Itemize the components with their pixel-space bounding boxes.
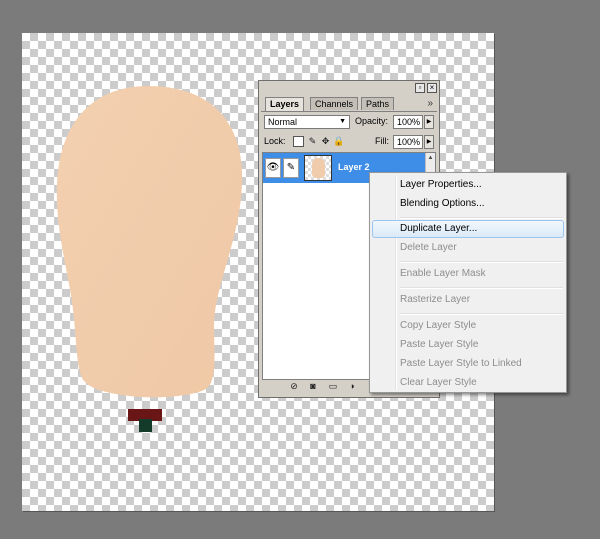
panel-title-bar[interactable]: ▫ × <box>259 81 439 96</box>
eye-icon[interactable]: 👁 <box>265 158 281 178</box>
tab-paths[interactable]: Paths <box>361 97 395 110</box>
opacity-label: Opacity: <box>355 116 389 126</box>
tab-channels[interactable]: Channels <box>310 97 359 110</box>
menu-item-clear-layer-style[interactable]: Clear Layer Style <box>372 374 564 392</box>
menu-item-rasterize-layer[interactable]: Rasterize Layer <box>372 291 564 309</box>
menu-separator <box>400 261 563 263</box>
menu-item-layer-properties[interactable]: Layer Properties... <box>372 176 564 194</box>
menu-item-enable-layer-mask[interactable]: Enable Layer Mask <box>372 265 564 283</box>
lock-transparent-icon[interactable] <box>293 136 304 147</box>
fill-arrow-icon[interactable]: ▶ <box>424 135 434 149</box>
link-layers-icon[interactable]: ⊘ <box>288 381 300 393</box>
scroll-up-icon[interactable]: ▲ <box>426 153 435 163</box>
opacity-input[interactable]: 100% <box>393 115 423 129</box>
menu-item-duplicate-layer[interactable]: Duplicate Layer... <box>372 220 564 238</box>
menu-item-paste-layer-style[interactable]: Paste Layer Style <box>372 336 564 354</box>
lock-label: Lock: <box>264 136 286 146</box>
blend-mode-value: Normal <box>268 117 298 127</box>
menu-separator <box>400 217 563 219</box>
menu-separator <box>400 313 563 315</box>
lock-row: Lock: ✎ ✥ 🔒 Fill: 100% ▶ <box>263 135 435 151</box>
minimize-icon[interactable]: ▫ <box>415 83 425 93</box>
layer-context-menu: Layer Properties... Blending Options... … <box>369 172 567 393</box>
menu-item-delete-layer[interactable]: Delete Layer <box>372 239 564 257</box>
tab-divider <box>261 111 437 112</box>
new-group-icon[interactable]: ▭ <box>327 381 339 393</box>
post <box>139 419 152 432</box>
blend-row: Normal ▼ Opacity: 100% ▶ <box>263 115 435 131</box>
menu-item-copy-layer-style[interactable]: Copy Layer Style <box>372 317 564 335</box>
fill-label: Fill: <box>375 136 389 146</box>
brush-icon[interactable]: ✎ <box>283 158 299 178</box>
layer-thumbnail <box>304 155 332 181</box>
chevron-down-icon: ▼ <box>339 118 346 125</box>
adjustment-layer-icon[interactable]: ◑ <box>346 381 358 393</box>
menu-item-blending-options[interactable]: Blending Options... <box>372 195 564 213</box>
panel-menu-icon[interactable]: » <box>427 98 433 109</box>
lock-all-icon[interactable]: 🔒 <box>333 136 344 147</box>
tab-layers[interactable]: Layers <box>265 97 305 111</box>
thumbnail-shape <box>312 158 325 178</box>
layer-name: Layer 2 <box>338 162 370 172</box>
add-mask-icon[interactable]: ◙ <box>307 381 319 393</box>
lock-position-icon[interactable]: ✥ <box>320 136 331 147</box>
blend-mode-select[interactable]: Normal ▼ <box>264 115 350 129</box>
lock-pixels-icon[interactable]: ✎ <box>307 136 318 147</box>
close-icon[interactable]: × <box>427 83 437 93</box>
menu-item-paste-layer-style-linked[interactable]: Paste Layer Style to Linked <box>372 355 564 373</box>
menu-separator <box>400 287 563 289</box>
panel-tabs: Layers Channels Paths » <box>263 97 435 111</box>
opacity-arrow-icon[interactable]: ▶ <box>424 115 434 129</box>
skin-shape <box>56 86 243 398</box>
fill-input[interactable]: 100% <box>393 135 423 149</box>
